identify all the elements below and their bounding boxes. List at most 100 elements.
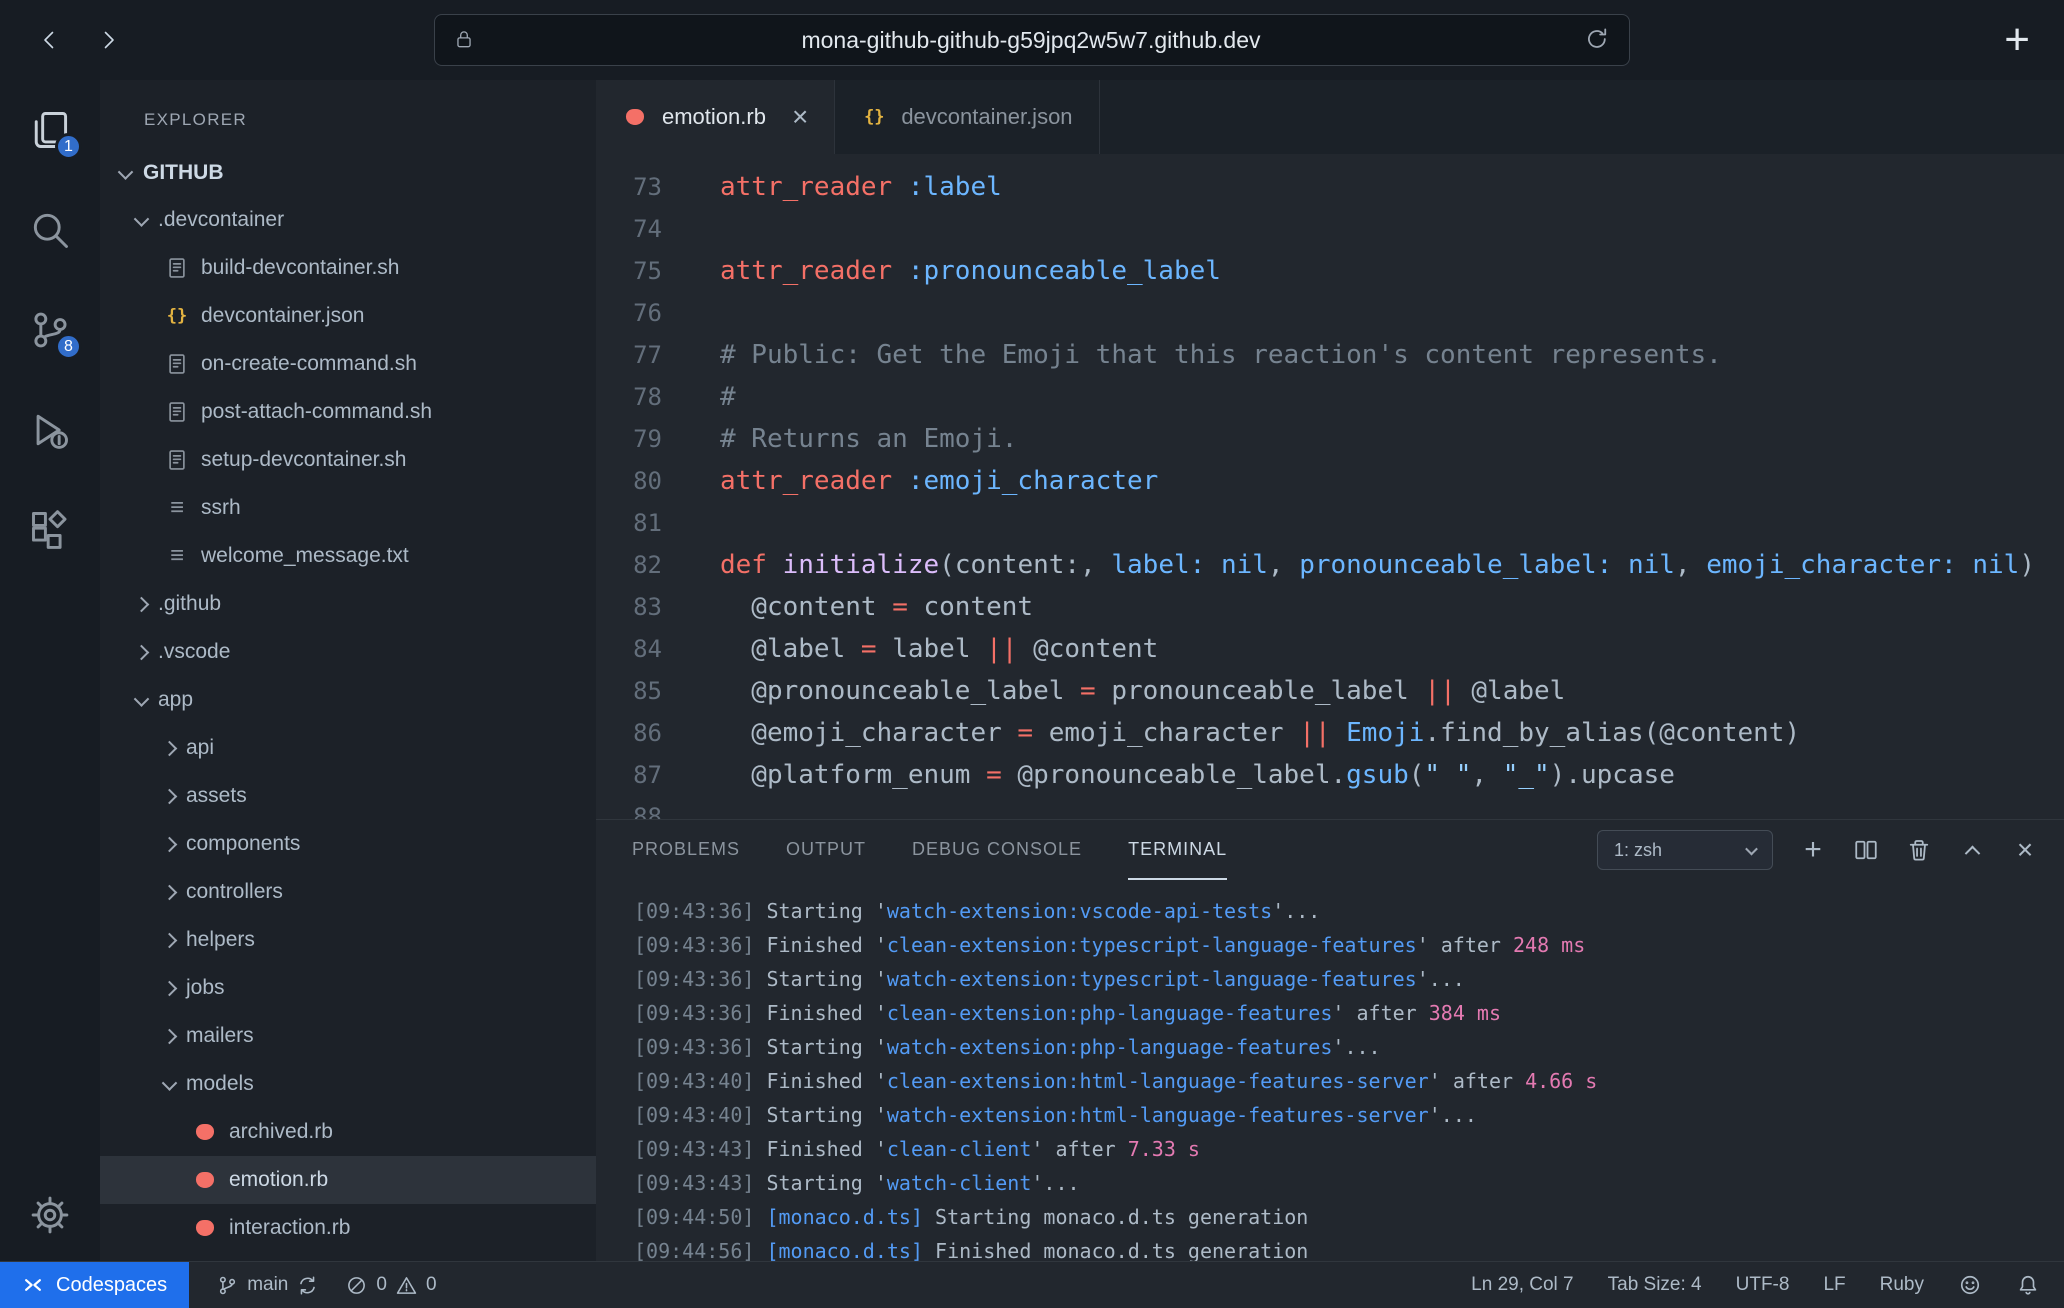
- tree-folder-helpers[interactable]: helpers: [100, 916, 596, 964]
- address-bar[interactable]: mona-github-github-g59jpq2w5w7.github.de…: [434, 14, 1630, 66]
- tree-item-label: .vscode: [158, 640, 230, 664]
- split-terminal-icon[interactable]: [1853, 837, 1879, 863]
- chevron-right-icon: [134, 644, 150, 660]
- source-control-activity-icon[interactable]: 8: [26, 306, 74, 354]
- tree-folder-controllers[interactable]: controllers: [100, 868, 596, 916]
- tree-folder-app[interactable]: app: [100, 676, 596, 724]
- settings-gear-icon[interactable]: [26, 1191, 74, 1239]
- problems-indicator[interactable]: 0 0: [346, 1274, 436, 1296]
- search-icon: [28, 208, 72, 252]
- ruby-file-icon: [622, 104, 648, 130]
- tree-folder-api[interactable]: api: [100, 724, 596, 772]
- language-mode[interactable]: Ruby: [1880, 1274, 1924, 1296]
- chevron-right-icon: [162, 836, 178, 852]
- tree-folder-vscode[interactable]: .vscode: [100, 628, 596, 676]
- search-activity-icon[interactable]: [26, 206, 74, 254]
- new-terminal-icon[interactable]: +: [1800, 837, 1826, 863]
- tree-folder-devcontainer[interactable]: .devcontainer: [100, 196, 596, 244]
- branch-indicator[interactable]: main: [217, 1274, 318, 1296]
- kill-terminal-trash-icon[interactable]: [1906, 837, 1932, 863]
- code-editor[interactable]: 73attr_reader :label7475attr_reader :pro…: [596, 154, 2064, 819]
- panel-tab-output[interactable]: OUTPUT: [786, 820, 866, 880]
- chevron-down-icon: [162, 1075, 178, 1091]
- panel-tab-problems[interactable]: PROBLEMS: [632, 820, 740, 880]
- code-line-85: 85 @pronounceable_label = pronounceable_…: [596, 670, 2064, 712]
- shell-file-icon: [164, 255, 190, 281]
- error-count: 0: [376, 1274, 387, 1296]
- tree-item-label: components: [186, 832, 300, 856]
- tree-file-interaction-rb[interactable]: interaction.rb: [100, 1204, 596, 1252]
- status-bar-right: Ln 29, Col 7 Tab Size: 4 UTF-8 LF Ruby: [1471, 1273, 2064, 1297]
- status-bar: Codespaces main 0 0 Ln 29, Col 7 Tab Siz…: [0, 1261, 2064, 1308]
- extensions-activity-icon[interactable]: [26, 506, 74, 554]
- panel-header: PROBLEMS OUTPUT DEBUG CONSOLE TERMINAL 1: z…: [596, 820, 2064, 880]
- tree-file-post-attach-command-sh[interactable]: post-attach-command.sh: [100, 388, 596, 436]
- git-branch-icon: [217, 1275, 238, 1296]
- lock-icon: [453, 28, 477, 52]
- forward-button[interactable]: [86, 18, 130, 62]
- cursor-position[interactable]: Ln 29, Col 7: [1471, 1274, 1573, 1296]
- panel-tab-terminal[interactable]: TERMINAL: [1128, 820, 1227, 880]
- tree-item-label: app: [158, 688, 193, 712]
- tree-folder-models[interactable]: models: [100, 1060, 596, 1108]
- tree-file-on-create-command-sh[interactable]: on-create-command.sh: [100, 340, 596, 388]
- tree-file-devcontainer-json[interactable]: {}devcontainer.json: [100, 292, 596, 340]
- tree-file-build-devcontainer-sh[interactable]: build-devcontainer.sh: [100, 244, 596, 292]
- line-number: 74: [596, 208, 662, 250]
- codespaces-remote-indicator[interactable]: Codespaces: [0, 1262, 189, 1308]
- line-number: 75: [596, 250, 662, 292]
- line-number: 73: [596, 166, 662, 208]
- notifications-bell-icon[interactable]: [2016, 1273, 2040, 1297]
- panel-tab-debug-console[interactable]: DEBUG CONSOLE: [912, 820, 1082, 880]
- tree-folder-jobs[interactable]: jobs: [100, 964, 596, 1012]
- chevron-down-icon: [118, 164, 134, 180]
- line-number: 87: [596, 754, 662, 796]
- tree-folder-components[interactable]: components: [100, 820, 596, 868]
- chevron-right-icon: [134, 596, 150, 612]
- error-icon: [346, 1275, 367, 1296]
- encoding-setting[interactable]: UTF-8: [1736, 1274, 1790, 1296]
- tree-folder-github[interactable]: .github: [100, 580, 596, 628]
- tree-folder-mailers[interactable]: mailers: [100, 1012, 596, 1060]
- code-line-82: 82def initialize(content:, label: nil, p…: [596, 544, 2064, 586]
- ruby-file-icon: [192, 1119, 218, 1145]
- indentation-setting[interactable]: Tab Size: 4: [1608, 1274, 1702, 1296]
- tree-item-label: setup-devcontainer.sh: [201, 448, 406, 472]
- terminal-line: [09:43:36] Starting 'watch-extension:typ…: [634, 962, 2064, 996]
- close-icon[interactable]: ×: [792, 103, 808, 131]
- refresh-icon[interactable]: [1585, 27, 1611, 53]
- code-line-78: 78#: [596, 376, 2064, 418]
- back-button[interactable]: [28, 18, 72, 62]
- tree-file-archived-rb[interactable]: archived.rb: [100, 1108, 596, 1156]
- line-number: 86: [596, 712, 662, 754]
- text-file-icon: ≡: [164, 543, 190, 569]
- tab-devcontainer-json[interactable]: {} devcontainer.json: [835, 80, 1099, 154]
- run-debug-activity-icon[interactable]: [26, 406, 74, 454]
- warning-icon: [396, 1275, 417, 1296]
- tree-file-setup-devcontainer-sh[interactable]: setup-devcontainer.sh: [100, 436, 596, 484]
- line-number: 84: [596, 628, 662, 670]
- eol-setting[interactable]: LF: [1823, 1274, 1845, 1296]
- tree-item-label: on-create-command.sh: [201, 352, 417, 376]
- close-panel-icon[interactable]: ×: [2012, 837, 2038, 863]
- tree-file-emotion-rb[interactable]: emotion.rb: [100, 1156, 596, 1204]
- chevron-down-icon: [134, 691, 150, 707]
- feedback-smiley-icon[interactable]: [1958, 1273, 1982, 1297]
- terminal-shell-select[interactable]: 1: zsh: [1597, 830, 1773, 870]
- terminal-output[interactable]: [09:43:36] Starting 'watch-extension:vsc…: [596, 880, 2064, 1261]
- tree-item-label: .github: [158, 592, 221, 616]
- tab-emotion-rb[interactable]: emotion.rb ×: [596, 80, 835, 154]
- explorer-activity-icon[interactable]: 1: [26, 106, 74, 154]
- url-text: mona-github-github-g59jpq2w5w7.github.de…: [477, 27, 1585, 54]
- chevron-right-icon: [96, 28, 120, 52]
- bottom-panel: PROBLEMS OUTPUT DEBUG CONSOLE TERMINAL 1: z…: [596, 819, 2064, 1261]
- run-debug-icon: [28, 408, 72, 452]
- tab-label: emotion.rb: [662, 104, 766, 130]
- tree-folder-assets[interactable]: assets: [100, 772, 596, 820]
- tree-file-ssrh[interactable]: ≡ssrh: [100, 484, 596, 532]
- tree-root-github[interactable]: GITHUB: [100, 150, 596, 196]
- tree-file-welcome-message-txt[interactable]: ≡welcome_message.txt: [100, 532, 596, 580]
- code-line-80: 80attr_reader :emoji_character: [596, 460, 2064, 502]
- new-tab-button[interactable]: +: [1998, 20, 2036, 60]
- maximize-panel-icon[interactable]: [1959, 837, 1985, 863]
